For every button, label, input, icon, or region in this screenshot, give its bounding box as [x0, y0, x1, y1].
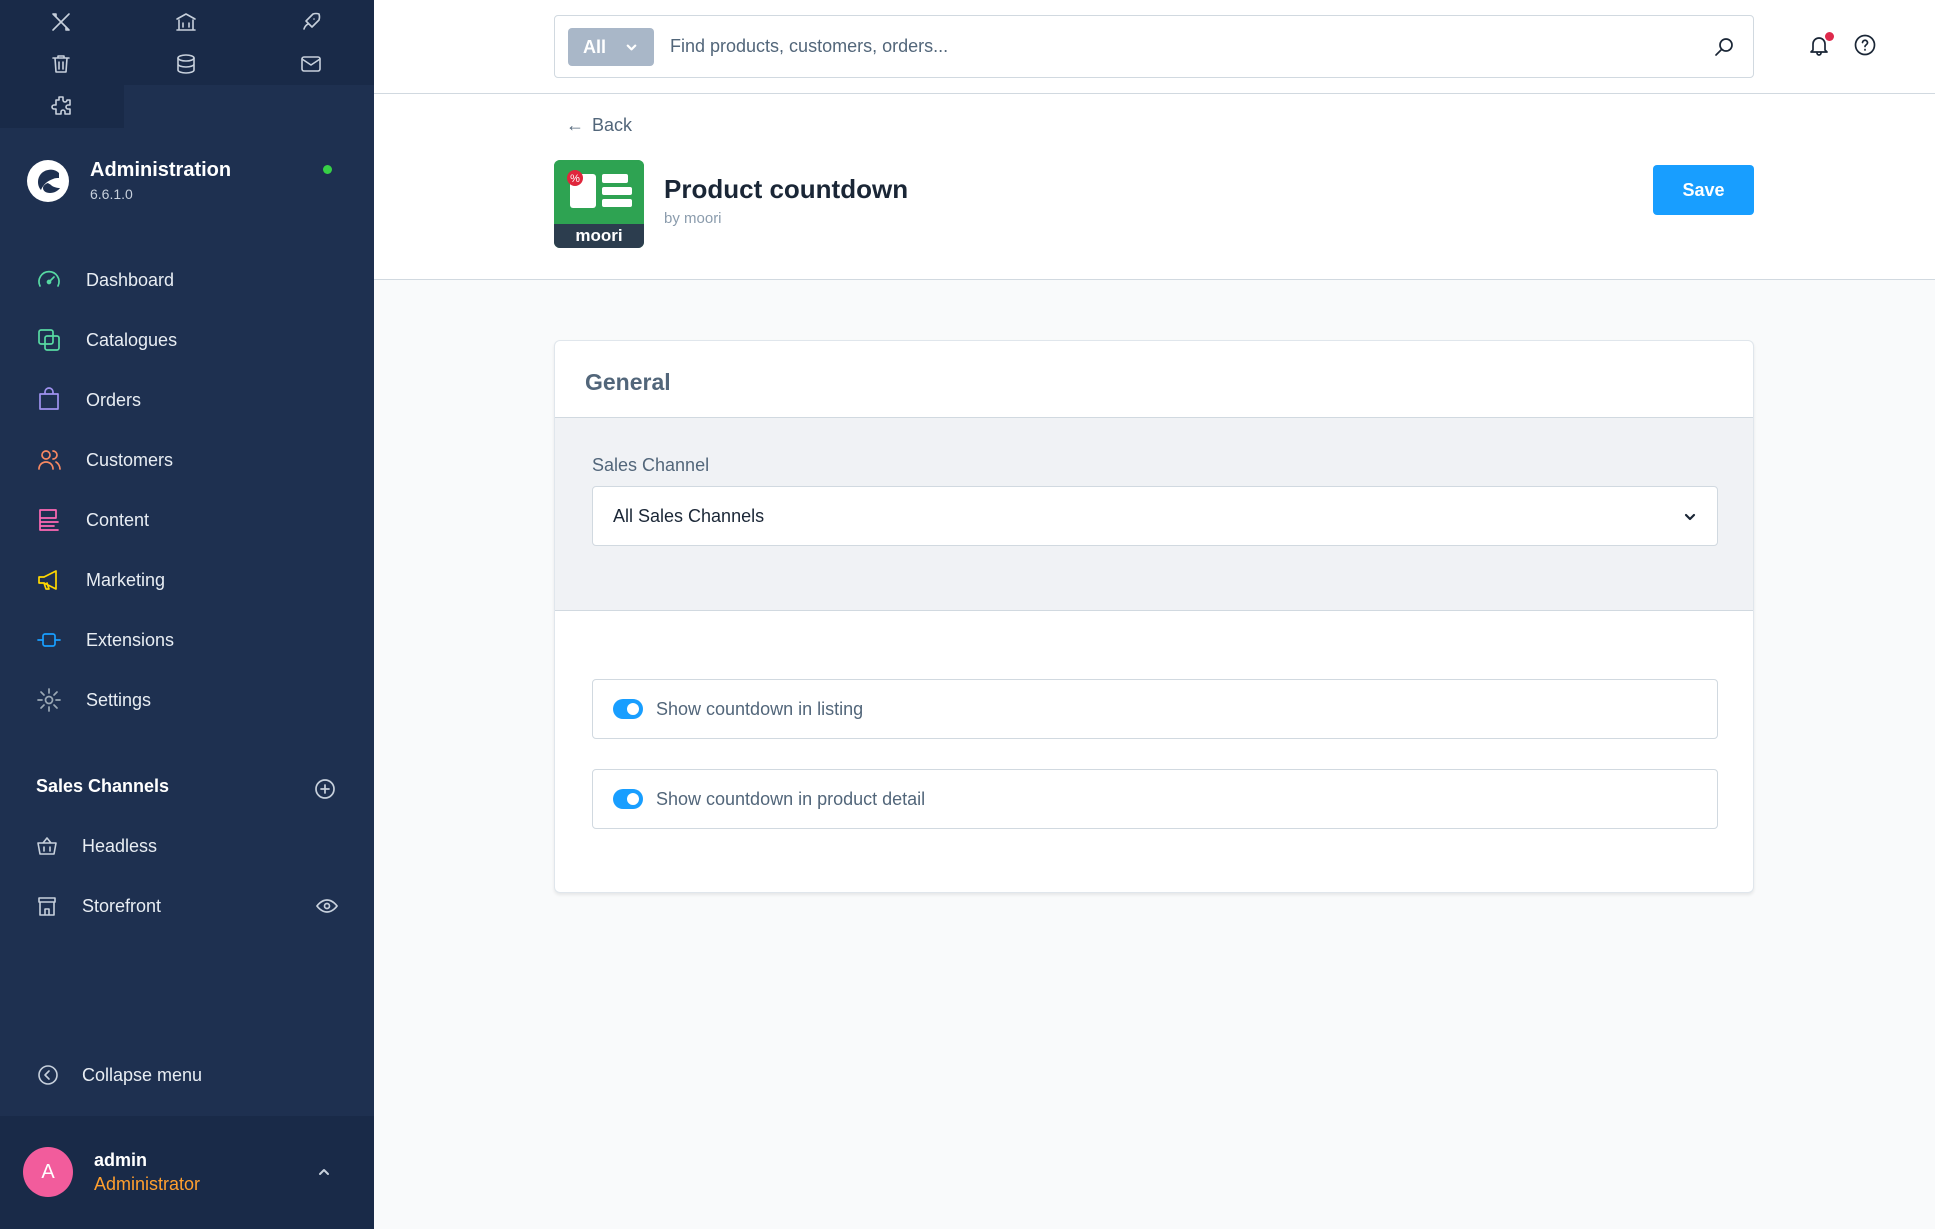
show-countdown-listing-switch[interactable] [613, 699, 643, 719]
nav-item-orders[interactable]: Orders [0, 370, 374, 430]
chevron-left-circle-icon [38, 1065, 58, 1085]
database-icon[interactable] [173, 51, 199, 77]
nav-item-dashboard[interactable]: Dashboard [0, 250, 374, 310]
notification-badge [1825, 32, 1834, 41]
sales-channel-value: All Sales Channels [613, 506, 765, 526]
chevron-down-icon [626, 44, 637, 51]
toggle-row-product-detail: Show countdown in product detail [592, 769, 1718, 829]
trash-icon[interactable] [48, 51, 74, 77]
back-link[interactable]: ← Back [566, 115, 632, 136]
chevron-up-icon [314, 1162, 334, 1182]
extension-vendor-label: moori [554, 224, 644, 248]
nav-item-catalogues[interactable]: Catalogues [0, 310, 374, 370]
save-button[interactable]: Save [1653, 165, 1754, 215]
rocket-icon[interactable] [298, 9, 324, 35]
user-menu[interactable]: A admin Administrator [0, 1116, 374, 1229]
gauge-icon [38, 270, 60, 287]
arrow-left-icon: ← [566, 115, 584, 135]
search-input[interactable] [670, 16, 1680, 77]
shopware-logo-icon [27, 160, 69, 202]
shopping-bag-icon [39, 387, 59, 410]
add-sales-channel-button[interactable] [314, 778, 336, 800]
top-bar: All [374, 0, 1935, 94]
nav-item-settings[interactable]: Settings [0, 670, 374, 730]
svg-text:%: % [570, 173, 580, 185]
toggle-label[interactable]: Show countdown in listing [656, 699, 863, 720]
avatar: A [23, 1147, 73, 1197]
brand-version: 6.6.1.0 [90, 186, 133, 202]
notifications-button[interactable] [1808, 32, 1834, 60]
sales-channel-section: Sales Channel All Sales Channels [555, 418, 1753, 611]
search-type-label: All [583, 36, 607, 57]
plus-circle-icon [315, 779, 335, 799]
sales-channels-header: Sales Channels [36, 776, 336, 804]
catalogue-icon [38, 329, 60, 351]
sales-channel-list: Headless Storefront [0, 816, 374, 936]
show-countdown-detail-switch[interactable] [613, 789, 643, 809]
eye-icon [315, 899, 339, 913]
brand-title: Administration [90, 159, 232, 181]
online-status-dot [323, 165, 332, 174]
user-name: admin [94, 1150, 148, 1170]
nav-label: Orders [86, 389, 142, 410]
users-icon [38, 450, 61, 470]
back-label: Back [592, 115, 633, 135]
sales-channel-select[interactable]: All Sales Channels [592, 486, 1718, 546]
storefront-preview-button[interactable] [315, 895, 339, 922]
toggle-label[interactable]: Show countdown in product detail [656, 789, 925, 810]
nav-label: Catalogues [86, 329, 178, 350]
switch-knob [627, 793, 639, 805]
sales-channel-headless[interactable]: Headless [0, 816, 374, 876]
page-title: Product countdown [664, 174, 909, 204]
countdown-extension-icon: % [554, 160, 644, 224]
nav-label: Dashboard [86, 269, 175, 290]
chevron-down-icon [1684, 513, 1696, 521]
collapse-menu-button[interactable]: Collapse menu [36, 1062, 202, 1088]
search-icon[interactable] [1713, 36, 1735, 58]
sidebar: Administration 6.6.1.0 Dashboard Catalog… [0, 0, 374, 1229]
content-icon [39, 509, 59, 531]
sales-channel-label: Storefront [82, 895, 162, 916]
main-navigation: Dashboard Catalogues Orders Customers Co… [0, 250, 374, 730]
card-title: General [585, 369, 671, 395]
help-button[interactable] [1854, 34, 1880, 60]
nav-item-customers[interactable]: Customers [0, 430, 374, 490]
sales-channel-storefront[interactable]: Storefront [0, 876, 374, 936]
puzzle-icon[interactable] [48, 93, 74, 119]
help-icon [1854, 34, 1876, 56]
nav-label: Content [86, 509, 150, 530]
brand-header: Administration 6.6.1.0 [26, 155, 356, 209]
nav-item-extensions[interactable]: Extensions [0, 610, 374, 670]
bank-icon[interactable] [173, 9, 199, 35]
mail-icon[interactable] [298, 51, 324, 77]
general-settings-card: General Sales Channel All Sales Channels… [554, 340, 1754, 893]
extension-author: by moori [664, 210, 722, 227]
sales-channels-title: Sales Channels [36, 776, 170, 796]
plug-icon [37, 633, 61, 647]
sales-channel-label: Headless [82, 835, 158, 856]
nav-label: Extensions [86, 629, 175, 650]
sales-channel-label: Sales Channel [592, 455, 710, 475]
search-type-select[interactable]: All [568, 28, 654, 66]
global-search: All [554, 15, 1754, 78]
nav-item-marketing[interactable]: Marketing [0, 550, 374, 610]
toggle-row-listing: Show countdown in listing [592, 679, 1718, 739]
quick-actions-grid [0, 0, 374, 85]
nav-item-content[interactable]: Content [0, 490, 374, 550]
collapse-menu-label: Collapse menu [82, 1064, 203, 1085]
page-header: ← Back % moori Product countdown by moor… [374, 94, 1935, 280]
user-role: Administrator [94, 1174, 201, 1194]
gear-icon [37, 688, 61, 712]
quick-actions-extra [0, 85, 124, 128]
nav-label: Customers [86, 449, 174, 470]
storefront-icon [38, 897, 56, 916]
tools-icon[interactable] [48, 9, 74, 35]
nav-label: Marketing [86, 569, 166, 590]
basket-icon [37, 837, 57, 855]
nav-label: Settings [86, 689, 152, 710]
extension-icon: % moori [554, 160, 644, 248]
switch-knob [627, 703, 639, 715]
megaphone-icon [38, 570, 57, 590]
